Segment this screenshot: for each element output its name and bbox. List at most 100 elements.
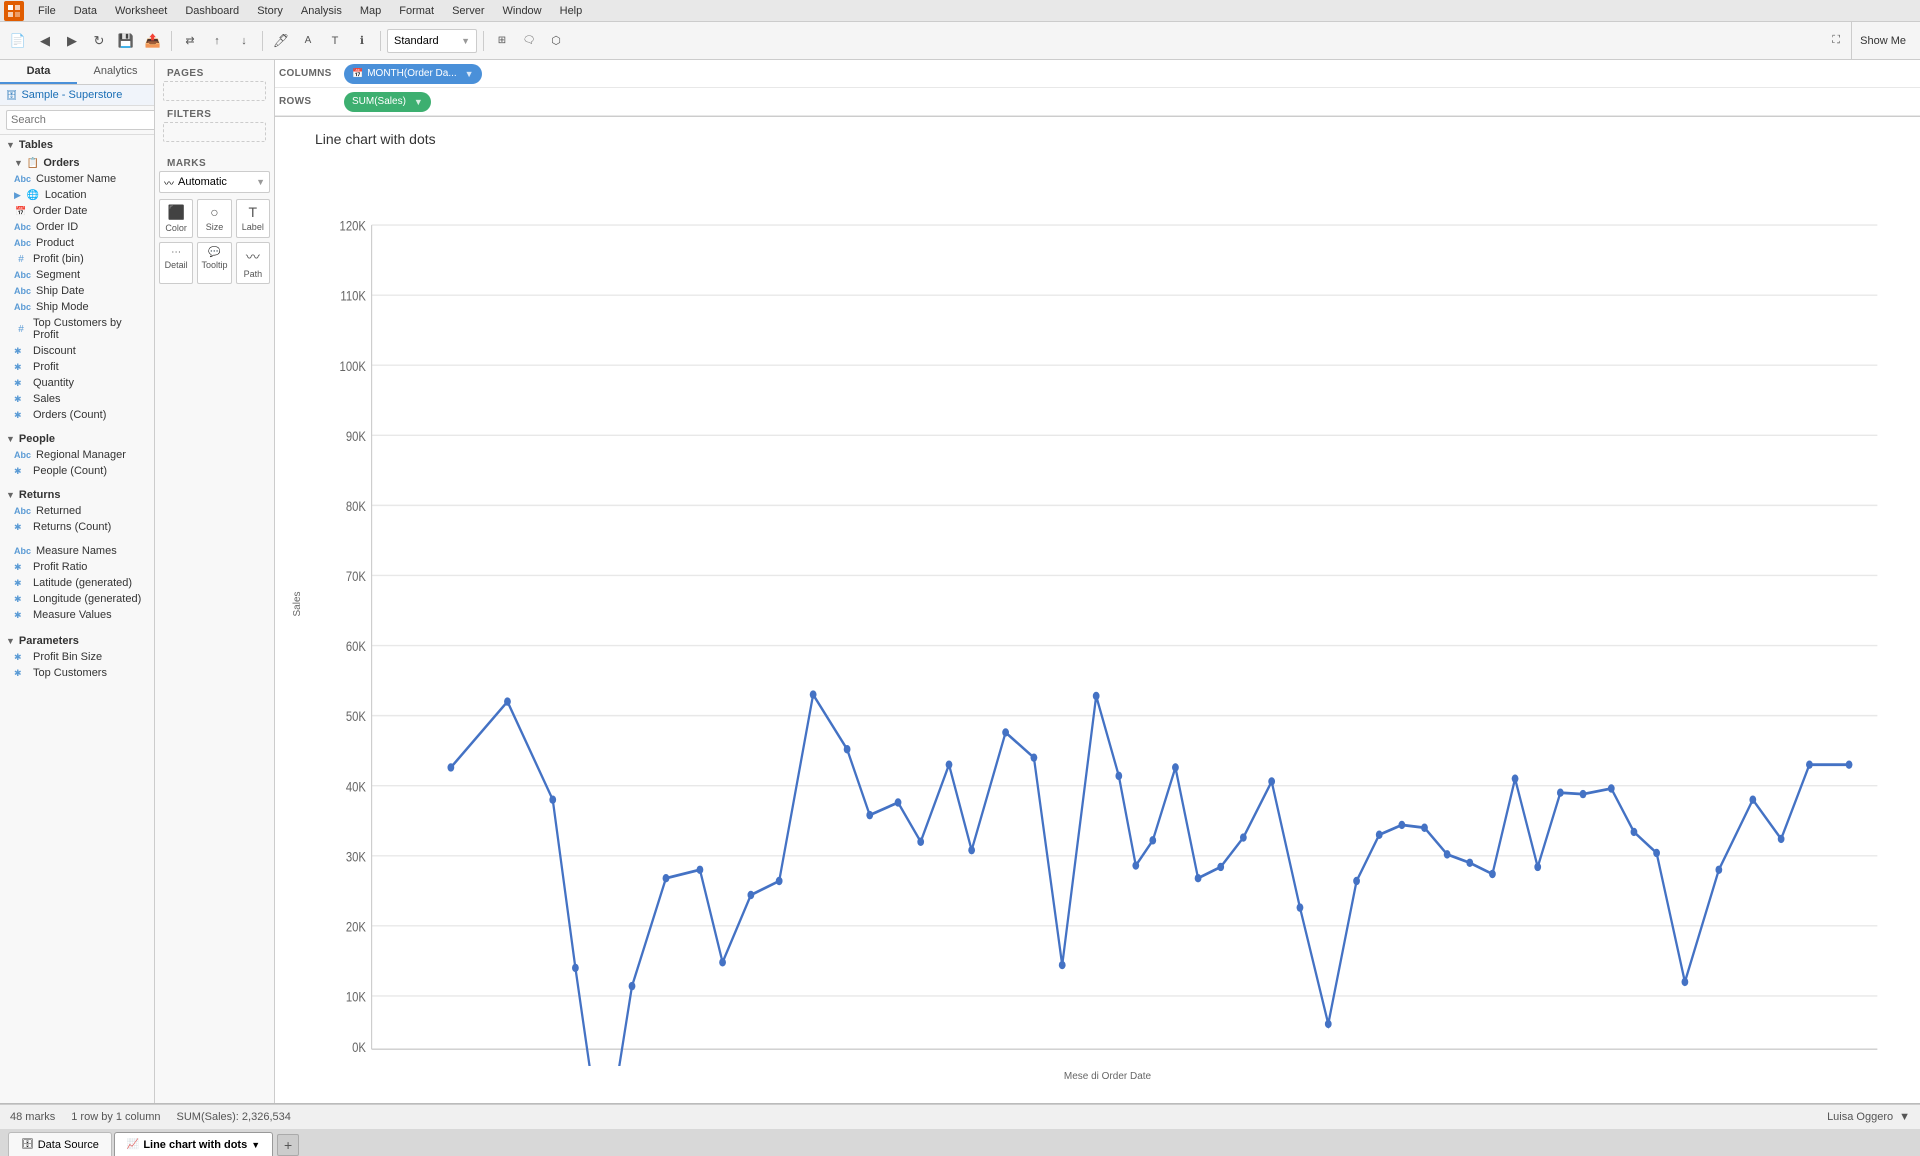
back-button[interactable]: ◀ (33, 29, 57, 53)
field-ship-mode[interactable]: Abc Ship Mode (0, 299, 154, 315)
field-regional-manager[interactable]: Abc Regional Manager (0, 447, 154, 463)
export-button[interactable]: 📤 (141, 29, 165, 53)
marks-tooltip-btn[interactable]: 💬 Tooltip (197, 242, 231, 284)
save-button[interactable]: 💾 (114, 29, 138, 53)
sort-asc-button[interactable]: ↑ (205, 29, 229, 53)
text-button[interactable]: T (323, 29, 347, 53)
tab-analytics[interactable]: Analytics (77, 60, 154, 84)
field-orders-count[interactable]: ✱ Orders (Count) (0, 407, 154, 423)
marks-buttons: ⬛ Color ○ Size T Label ⋯ Detail 💬 Too (159, 199, 270, 284)
sheet-tab-datasource[interactable]: 🗄 Data Source (8, 1132, 112, 1156)
field-people-count[interactable]: ✱ People (Count) (0, 463, 154, 479)
tooltip-button[interactable]: ℹ (350, 29, 374, 53)
menu-window[interactable]: Window (495, 3, 550, 19)
rows-pill[interactable]: SUM(Sales) ▼ (344, 92, 431, 112)
new-sheet-button[interactable]: + (277, 1134, 299, 1156)
y-axis-label: Sales (292, 591, 303, 616)
caption-button[interactable]: 🗨 (517, 29, 541, 53)
color-button[interactable]: A (296, 29, 320, 53)
sheet-tabs-bar: 🗄 Data Source 📈 Line chart with dots ▼ + (0, 1129, 1920, 1156)
present-button[interactable]: ⛶ (1824, 29, 1848, 53)
pill-row-close-icon[interactable]: ▼ (414, 97, 423, 107)
field-profit[interactable]: ✱ Profit (0, 359, 154, 375)
marks-path-btn[interactable]: 〰 Path (236, 242, 270, 284)
field-profit-icon: ✱ (14, 362, 28, 373)
field-latitude[interactable]: ✱ Latitude (generated) (0, 575, 154, 591)
swap-button[interactable]: ⇄ (178, 29, 202, 53)
pages-shelf[interactable] (163, 81, 266, 101)
tab-options-icon[interactable]: ▼ (251, 1140, 260, 1150)
menu-data[interactable]: Data (66, 3, 105, 19)
chart-inner[interactable]: Sales 120K 110K (315, 155, 1900, 1066)
params-collapse-icon: ▼ (6, 636, 15, 646)
filters-shelf[interactable] (163, 122, 266, 142)
search-input[interactable] (6, 110, 155, 130)
field-profit-ratio[interactable]: ✱ Profit Ratio (0, 559, 154, 575)
section-parameters[interactable]: ▼ Parameters (0, 631, 154, 649)
field-discount[interactable]: ✱ Discount (0, 343, 154, 359)
field-top-customers[interactable]: # Top Customers by Profit (0, 315, 154, 343)
menu-map[interactable]: Map (352, 3, 389, 19)
pill-close-icon[interactable]: ▼ (465, 69, 474, 79)
user-dropdown-icon[interactable]: ▼ (1899, 1111, 1910, 1123)
tooltip-marks-icon: 💬 (208, 247, 220, 258)
field-order-date[interactable]: 📅 Order Date (0, 203, 154, 219)
menu-analysis[interactable]: Analysis (293, 3, 350, 19)
chart-container: Line chart with dots Sales (275, 117, 1920, 1103)
marks-detail-btn[interactable]: ⋯ Detail (159, 242, 193, 284)
show-me-button[interactable]: Show Me (1851, 22, 1914, 59)
field-returns-count[interactable]: ✱ Returns (Count) (0, 519, 154, 535)
section-returns[interactable]: ▼ Returns (0, 485, 154, 503)
field-seg-icon: Abc (14, 270, 31, 280)
svg-text:10K: 10K (346, 988, 367, 1005)
field-location[interactable]: ▶ 🌐 Location (0, 187, 154, 203)
field-profit-bin[interactable]: # Profit (bin) (0, 251, 154, 267)
columns-pill[interactable]: 📅 MONTH(Order Da... ▼ (344, 64, 482, 84)
field-customer-name[interactable]: Abc Customer Name (0, 171, 154, 187)
field-ret-icon: Abc (14, 506, 31, 516)
menu-server[interactable]: Server (444, 3, 492, 19)
marks-color-btn[interactable]: ⬛ Color (159, 199, 193, 238)
param-profit-bin-size[interactable]: ✱ Profit Bin Size (0, 649, 154, 665)
menu-format[interactable]: Format (391, 3, 442, 19)
new-button[interactable]: 📄 (6, 29, 30, 53)
field-geo-icon: 🌐 (26, 190, 40, 201)
forward-button[interactable]: ▶ (60, 29, 84, 53)
tab-data[interactable]: Data (0, 60, 77, 84)
share-button[interactable]: ⬡ (544, 29, 568, 53)
field-returned[interactable]: Abc Returned (0, 503, 154, 519)
standard-dropdown[interactable]: Standard ▼ (387, 29, 477, 53)
sheet-tab-linechart[interactable]: 📈 Line chart with dots ▼ (114, 1132, 273, 1156)
marks-label-btn[interactable]: T Label (236, 199, 270, 238)
sort-desc-button[interactable]: ↓ (232, 29, 256, 53)
field-segment[interactable]: Abc Segment (0, 267, 154, 283)
section-people[interactable]: ▼ People (0, 429, 154, 447)
marks-type-dropdown[interactable]: 〰 Automatic ▼ (159, 171, 270, 193)
fit-button[interactable]: ⊞ (490, 29, 514, 53)
menu-help[interactable]: Help (552, 3, 591, 19)
status-right: Luisa Oggero ▼ (1827, 1111, 1910, 1123)
source-name[interactable]: 🗄 Sample - Superstore (0, 85, 154, 106)
svg-text:40K: 40K (346, 778, 367, 795)
location-expand-icon[interactable]: ▶ (14, 190, 21, 201)
menu-dashboard[interactable]: Dashboard (177, 3, 247, 19)
highlight-button[interactable]: 🖊 (269, 29, 293, 53)
field-product[interactable]: Abc Product (0, 235, 154, 251)
section-orders[interactable]: ▼ 📋 Orders (0, 153, 154, 171)
field-measure-names[interactable]: Abc Measure Names (0, 543, 154, 559)
menu-worksheet[interactable]: Worksheet (107, 3, 175, 19)
marks-size-btn[interactable]: ○ Size (197, 199, 231, 238)
field-ship-date[interactable]: Abc Ship Date (0, 283, 154, 299)
field-order-id[interactable]: Abc Order ID (0, 219, 154, 235)
field-longitude[interactable]: ✱ Longitude (generated) (0, 591, 154, 607)
menu-story[interactable]: Story (249, 3, 291, 19)
refresh-button[interactable]: ↻ (87, 29, 111, 53)
panel-tabs: Data Analytics (0, 60, 154, 85)
field-quantity[interactable]: ✱ Quantity (0, 375, 154, 391)
menu-file[interactable]: File (30, 3, 64, 19)
field-measure-values[interactable]: ✱ Measure Values (0, 607, 154, 623)
field-sales[interactable]: ✱ Sales (0, 391, 154, 407)
section-tables[interactable]: ▼ Tables (0, 135, 154, 153)
param-top-customers[interactable]: ✱ Top Customers (0, 665, 154, 681)
field-hash-icon: # (14, 254, 28, 265)
